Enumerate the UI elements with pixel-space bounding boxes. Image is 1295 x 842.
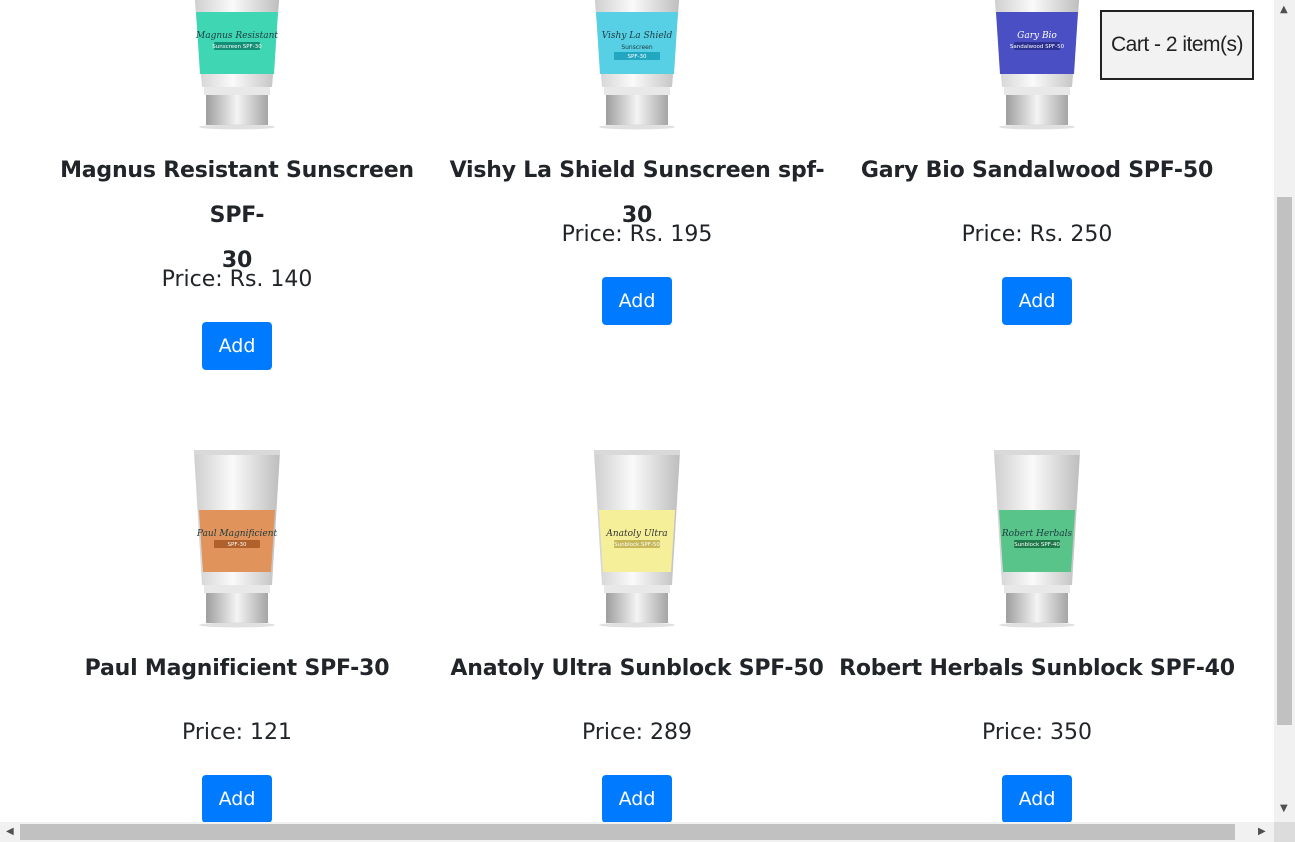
add-to-cart-button[interactable]: Add — [202, 322, 272, 370]
svg-text:Sunscreen: Sunscreen — [621, 44, 653, 51]
scroll-down-arrow-icon[interactable]: ▼ — [1280, 804, 1288, 814]
product-image: Magnus Resistant Sunscreen SPF-30 — [194, 0, 280, 130]
svg-text:Magnus Resistant: Magnus Resistant — [195, 31, 278, 41]
svg-text:Sunblock SPF-50: Sunblock SPF-50 — [614, 542, 660, 548]
svg-text:Paul Magnificient: Paul Magnificient — [196, 529, 278, 539]
product-price: Price: Rs. 250 — [961, 222, 1113, 247]
svg-text:Gary Bio: Gary Bio — [1017, 31, 1057, 41]
product-price: Price: Rs. 195 — [561, 222, 713, 247]
add-to-cart-button[interactable]: Add — [1002, 775, 1072, 822]
scroll-up-arrow-icon[interactable]: ▲ — [1280, 5, 1288, 15]
product-image: Anatoly Ultra Sunblock SPF-50 — [594, 450, 680, 628]
product-name: Gary Bio Sandalwood SPF-50 — [860, 158, 1214, 183]
svg-text:SPF-30: SPF-30 — [228, 542, 247, 548]
svg-text:Robert Herbals: Robert Herbals — [1001, 529, 1073, 539]
product-image: Paul Magnificient SPF-30 — [194, 450, 280, 628]
svg-text:SPF-30: SPF-30 — [628, 54, 647, 60]
product-price: Price: 350 — [981, 720, 1093, 745]
product-price: Price: Rs. 140 — [161, 267, 313, 292]
product-image: Gary Bio Sandalwood SPF-50 — [994, 0, 1080, 130]
svg-text:Sunblock SPF-40: Sunblock SPF-40 — [1014, 542, 1060, 548]
vertical-scroll-thumb[interactable] — [1277, 197, 1292, 725]
product-name: Robert Herbals Sunblock SPF-40 — [839, 656, 1235, 681]
add-to-cart-button[interactable]: Add — [202, 775, 272, 822]
product-price: Price: 121 — [181, 720, 293, 745]
scroll-left-arrow-icon[interactable]: ◀ — [6, 827, 14, 837]
scrollbar-corner — [1274, 822, 1295, 842]
product-name: Paul Magnificient SPF-30 — [84, 656, 390, 681]
svg-text:Sunscreen SPF-30: Sunscreen SPF-30 — [212, 44, 262, 50]
scroll-right-arrow-icon[interactable]: ▶ — [1258, 827, 1266, 837]
product-image: Robert Herbals Sunblock SPF-40 — [994, 450, 1080, 628]
add-to-cart-button[interactable]: Add — [602, 775, 672, 822]
svg-text:Sandalwood SPF-50: Sandalwood SPF-50 — [1010, 44, 1065, 50]
add-to-cart-button[interactable]: Add — [1002, 277, 1072, 325]
vertical-scrollbar[interactable]: ▲ ▼ — [1274, 0, 1295, 822]
product-name: Magnus Resistant Sunscreen SPF- 30 — [60, 158, 414, 273]
svg-text:Vishy La Shield: Vishy La Shield — [602, 31, 673, 41]
product-price: Price: 289 — [581, 720, 693, 745]
product-image: Vishy La Shield Sunscreen SPF-30 — [594, 0, 680, 130]
cart-button[interactable]: Cart - 2 item(s) — [1100, 10, 1254, 80]
horizontal-scrollbar[interactable]: ◀ ▶ — [0, 822, 1274, 842]
product-grid: Magnus Resistant Sunscreen SPF-30 Magnus … — [0, 0, 1274, 822]
svg-text:Anatoly Ultra: Anatoly Ultra — [605, 529, 667, 539]
add-to-cart-button[interactable]: Add — [602, 277, 672, 325]
horizontal-scroll-thumb[interactable] — [20, 824, 1235, 840]
product-name: Anatoly Ultra Sunblock SPF-50 — [450, 656, 824, 681]
